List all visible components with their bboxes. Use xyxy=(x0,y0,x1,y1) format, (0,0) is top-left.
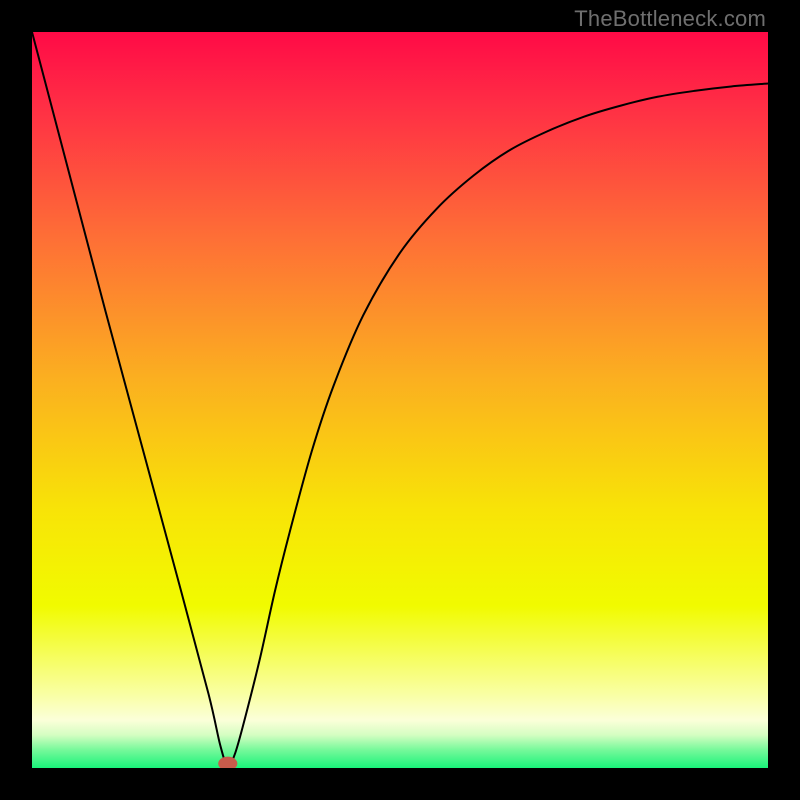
chart-background xyxy=(32,32,768,768)
chart-frame xyxy=(32,32,768,768)
chart-svg xyxy=(32,32,768,768)
watermark-text: TheBottleneck.com xyxy=(574,6,766,32)
